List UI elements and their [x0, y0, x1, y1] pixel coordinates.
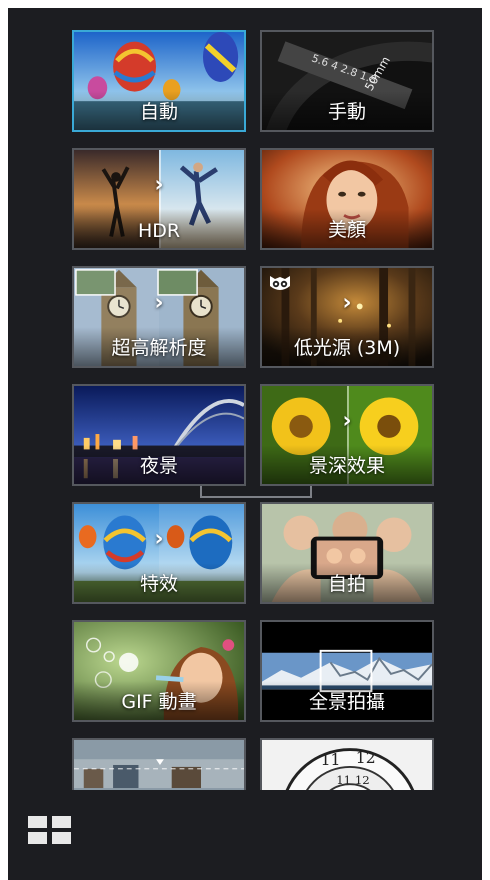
miniature-thumbnail [74, 740, 244, 790]
chevron-right-icon: › [154, 172, 164, 198]
mode-label-super-resolution: 超高解析度 [111, 337, 207, 359]
mode-tile-night[interactable]: 夜景 [72, 384, 246, 486]
mode-tile-super-resolution[interactable]: › 超高解析度 [72, 266, 246, 368]
group-bracket [200, 486, 312, 498]
chevron-right-icon: › [154, 290, 164, 316]
mode-tile-auto[interactable]: 自動 [72, 30, 246, 132]
mode-label-manual: 手動 [327, 101, 366, 123]
mode-label-panorama: 全景拍攝 [308, 691, 385, 713]
mode-label-effect: 特效 [139, 573, 178, 595]
mode-label-beautification: 美顏 [327, 219, 366, 241]
chevron-right-icon: › [342, 408, 352, 434]
chevron-right-icon: › [154, 526, 164, 552]
mode-label-low-light: 低光源 (3M) [293, 337, 401, 359]
svg-text:11 12: 11 12 [336, 773, 370, 787]
mode-tile-selfie[interactable]: 自拍 [260, 502, 434, 604]
chevron-right-icon: › [342, 290, 352, 316]
mode-tile-low-light[interactable]: › 低光源 (3M) [260, 266, 434, 368]
time-rewind-thumbnail: 11 12 11 12 [262, 740, 432, 790]
owl-icon [270, 276, 290, 290]
mode-tile-miniature[interactable] [72, 738, 246, 790]
mode-label-hdr: HDR [137, 220, 181, 242]
svg-text:12: 12 [356, 749, 376, 767]
mode-label-selfie: 自拍 [327, 573, 366, 595]
grid-view-icon[interactable] [28, 814, 72, 846]
mode-tile-gif-animation[interactable]: GIF 動畫 [72, 620, 246, 722]
mode-tile-time-rewind[interactable]: 11 12 11 12 [260, 738, 434, 790]
mode-label-gif-animation: GIF 動畫 [121, 691, 197, 713]
mode-tile-panorama[interactable]: 全景拍攝 [260, 620, 434, 722]
mode-label-night: 夜景 [139, 455, 178, 477]
mode-label-depth-of-field: 景深效果 [308, 455, 385, 477]
mode-tile-effect[interactable]: › 特效 [72, 502, 246, 604]
mode-label-auto: 自動 [139, 101, 178, 123]
mode-grid: 自動 5.6 4 2.8 1.8 50mm 手動 › HDR 美顏 › 超高解析… [8, 8, 482, 790]
svg-text:11: 11 [321, 751, 341, 769]
mode-tile-manual[interactable]: 5.6 4 2.8 1.8 50mm 手動 [260, 30, 434, 132]
mode-tile-beautification[interactable]: 美顏 [260, 148, 434, 250]
mode-tile-depth-of-field[interactable]: › 景深效果 [260, 384, 434, 486]
mode-tile-hdr[interactable]: › HDR [72, 148, 246, 250]
camera-mode-screen: 自動 5.6 4 2.8 1.8 50mm 手動 › HDR 美顏 › 超高解析… [8, 8, 482, 880]
